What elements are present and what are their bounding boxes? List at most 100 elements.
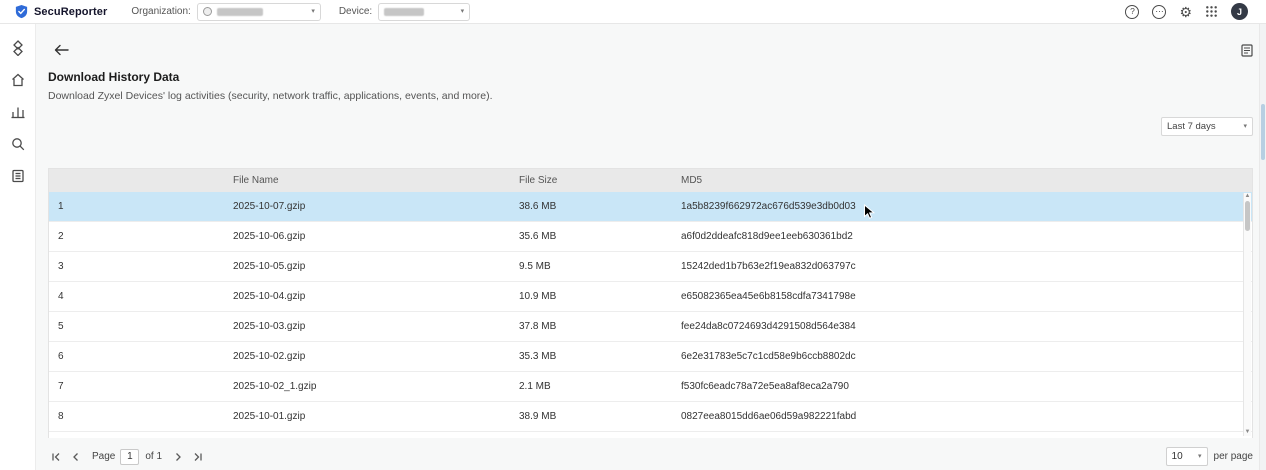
download-history-table: File Name File Size MD5 1 2025-10-07.gzi… xyxy=(48,168,1253,438)
apps-grid-icon[interactable] xyxy=(1205,5,1218,18)
user-avatar[interactable]: J xyxy=(1231,3,1248,20)
cell-md5: fee24da8c0724693d4291508d564e384 xyxy=(681,321,856,332)
organization-icon xyxy=(202,7,212,16)
cell-file-size: 35.6 MB xyxy=(519,231,557,242)
chevron-down-icon: ▾ xyxy=(460,8,465,15)
cell-file-size: 2.1 MB xyxy=(519,381,551,392)
back-button[interactable] xyxy=(54,44,69,56)
scrollbar-thumb[interactable] xyxy=(1245,201,1250,231)
sidebar-item-analytics[interactable] xyxy=(2,96,34,128)
page-scrollbar[interactable] xyxy=(1259,24,1266,470)
cell-file-name: 2025-10-01.gzip xyxy=(233,411,306,422)
cell-md5: 1a5b8239f662972ac676d539e3db0d03 xyxy=(681,201,856,212)
sidebar-item-search[interactable] xyxy=(2,128,34,160)
help-icon[interactable]: ? xyxy=(1125,4,1140,19)
organization-select[interactable]: ▾ xyxy=(196,2,321,21)
table-body: 1 2025-10-07.gzip 38.6 MB 1a5b8239f66297… xyxy=(49,192,1252,432)
home-icon xyxy=(11,73,24,87)
header-md5: MD5 xyxy=(681,175,703,186)
last-page-icon xyxy=(194,452,202,461)
per-page-label: per page xyxy=(1213,451,1253,462)
chevron-down-icon: ▾ xyxy=(1243,123,1247,130)
page-subtitle: Download Zyxel Devices' log activities (… xyxy=(48,90,493,102)
table-row[interactable]: 3 2025-10-05.gzip 9.5 MB 15242ded1b7b63e… xyxy=(49,252,1252,282)
cell-file-name: 2025-10-06.gzip xyxy=(233,231,306,242)
main-content: Download History Data Download Zyxel Dev… xyxy=(36,24,1266,470)
cell-file-size: 9.5 MB xyxy=(519,261,551,272)
arrow-left-icon xyxy=(54,44,69,56)
cell-index: 4 xyxy=(58,291,64,302)
table-row[interactable]: 7 2025-10-02_1.gzip 2.1 MB f530fc6eadc78… xyxy=(49,372,1252,402)
sidebar-item-dashboard[interactable] xyxy=(2,64,34,96)
cell-md5: 0827eea8015dd6ae06d59a982221fabd xyxy=(681,411,857,422)
cell-file-size: 37.8 MB xyxy=(519,321,557,332)
table-row[interactable]: 1 2025-10-07.gzip 38.6 MB 1a5b8239f66297… xyxy=(49,192,1252,222)
page-size-select[interactable]: 10 ▾ xyxy=(1165,447,1208,466)
page-of-label: of 1 xyxy=(145,451,163,462)
more-icon[interactable]: ⋯ xyxy=(1152,4,1167,19)
brand-name: SecuReporter xyxy=(34,5,108,18)
cell-index: 5 xyxy=(58,321,64,332)
document-icon xyxy=(1241,43,1253,57)
report-document-icon[interactable] xyxy=(1241,43,1253,57)
scroll-down-icon[interactable]: ▼ xyxy=(1245,429,1251,436)
prev-page-button[interactable] xyxy=(68,449,84,465)
cell-index: 6 xyxy=(58,351,64,362)
last-page-button[interactable] xyxy=(190,449,206,465)
filter-row: Last 7 days ▾ xyxy=(48,117,1253,136)
brand[interactable]: SecuReporter xyxy=(14,4,107,19)
sidebar-item-logs[interactable] xyxy=(2,160,34,192)
date-range-value: Last 7 days xyxy=(1167,121,1216,132)
device-redacted-value xyxy=(384,7,425,16)
cell-file-name: 2025-10-04.gzip xyxy=(233,291,306,302)
cell-file-size: 38.9 MB xyxy=(519,411,557,422)
cell-md5: a6f0d2ddeafc818d9ee1eeb630361bd2 xyxy=(681,231,853,242)
search-icon xyxy=(11,138,24,151)
device-select[interactable]: ▾ xyxy=(378,2,471,21)
organization-label: Organization: xyxy=(131,6,191,17)
cell-md5: e65082365ea45e6b8158cdfa7341798e xyxy=(681,291,856,302)
device-label: Device: xyxy=(338,6,373,17)
sidebar-item-security-services[interactable] xyxy=(2,32,34,64)
cell-md5: 15242ded1b7b63e2f19ea832d063797c xyxy=(681,261,856,272)
cell-file-size: 38.6 MB xyxy=(519,201,557,212)
header-file-name: File Name xyxy=(233,175,279,186)
cell-file-name: 2025-10-03.gzip xyxy=(233,321,306,332)
cell-file-name: 2025-10-02_1.gzip xyxy=(233,381,317,392)
table-row[interactable]: 8 2025-10-01.gzip 38.9 MB 0827eea8015dd6… xyxy=(49,402,1252,432)
page-number-input[interactable] xyxy=(120,448,140,465)
cell-file-size: 10.9 MB xyxy=(519,291,557,302)
topbar: SecuReporter Organization: ▾ Device: ▾ ?… xyxy=(0,0,1266,24)
chevron-down-icon: ▾ xyxy=(311,8,315,15)
table-row[interactable]: 6 2025-10-02.gzip 35.3 MB 6e2e31783e5c7c… xyxy=(49,342,1252,372)
date-range-select[interactable]: Last 7 days ▾ xyxy=(1161,117,1253,136)
cell-index: 2 xyxy=(58,231,64,242)
cell-file-size: 35.3 MB xyxy=(519,351,557,362)
table-row[interactable]: 5 2025-10-03.gzip 37.8 MB fee24da8c07246… xyxy=(49,312,1252,342)
prev-page-icon xyxy=(73,452,78,461)
log-list-icon xyxy=(11,169,24,183)
chevron-down-icon: ▾ xyxy=(1198,453,1202,460)
table-row[interactable]: 4 2025-10-04.gzip 10.9 MB e65082365ea45e… xyxy=(49,282,1252,312)
first-page-button[interactable] xyxy=(48,449,64,465)
cell-file-name: 2025-10-02.gzip xyxy=(233,351,306,362)
scroll-up-icon[interactable]: ▲ xyxy=(1245,193,1251,200)
table-header: File Name File Size MD5 xyxy=(49,169,1252,192)
gear-icon[interactable]: ⚙ xyxy=(1179,5,1192,19)
bar-chart-icon xyxy=(11,107,24,119)
next-page-icon xyxy=(176,452,181,461)
cell-index: 8 xyxy=(58,411,64,422)
brand-logo-icon xyxy=(15,4,28,19)
app-root: SecuReporter Organization: ▾ Device: ▾ ?… xyxy=(0,0,1266,470)
cell-md5: f530fc6eadc78a72e5ea8af8eca2a790 xyxy=(681,381,849,392)
topbar-actions: ? ⋯ ⚙ J xyxy=(1125,3,1248,20)
table-scrollbar[interactable]: ▲ ▼ xyxy=(1243,193,1251,436)
pagination: Page of 1 10 ▾ per page xyxy=(48,447,1253,466)
table-row[interactable]: 2 2025-10-06.gzip 35.6 MB a6f0d2ddeafc81… xyxy=(49,222,1252,252)
content-header xyxy=(48,42,1253,58)
cell-index: 7 xyxy=(58,381,64,392)
next-page-button[interactable] xyxy=(170,449,186,465)
cell-md5: 6e2e31783e5c7c1cd58e9b6ccb8802dc xyxy=(681,351,856,362)
page-scrollbar-thumb[interactable] xyxy=(1261,104,1265,160)
cell-index: 1 xyxy=(58,201,64,212)
